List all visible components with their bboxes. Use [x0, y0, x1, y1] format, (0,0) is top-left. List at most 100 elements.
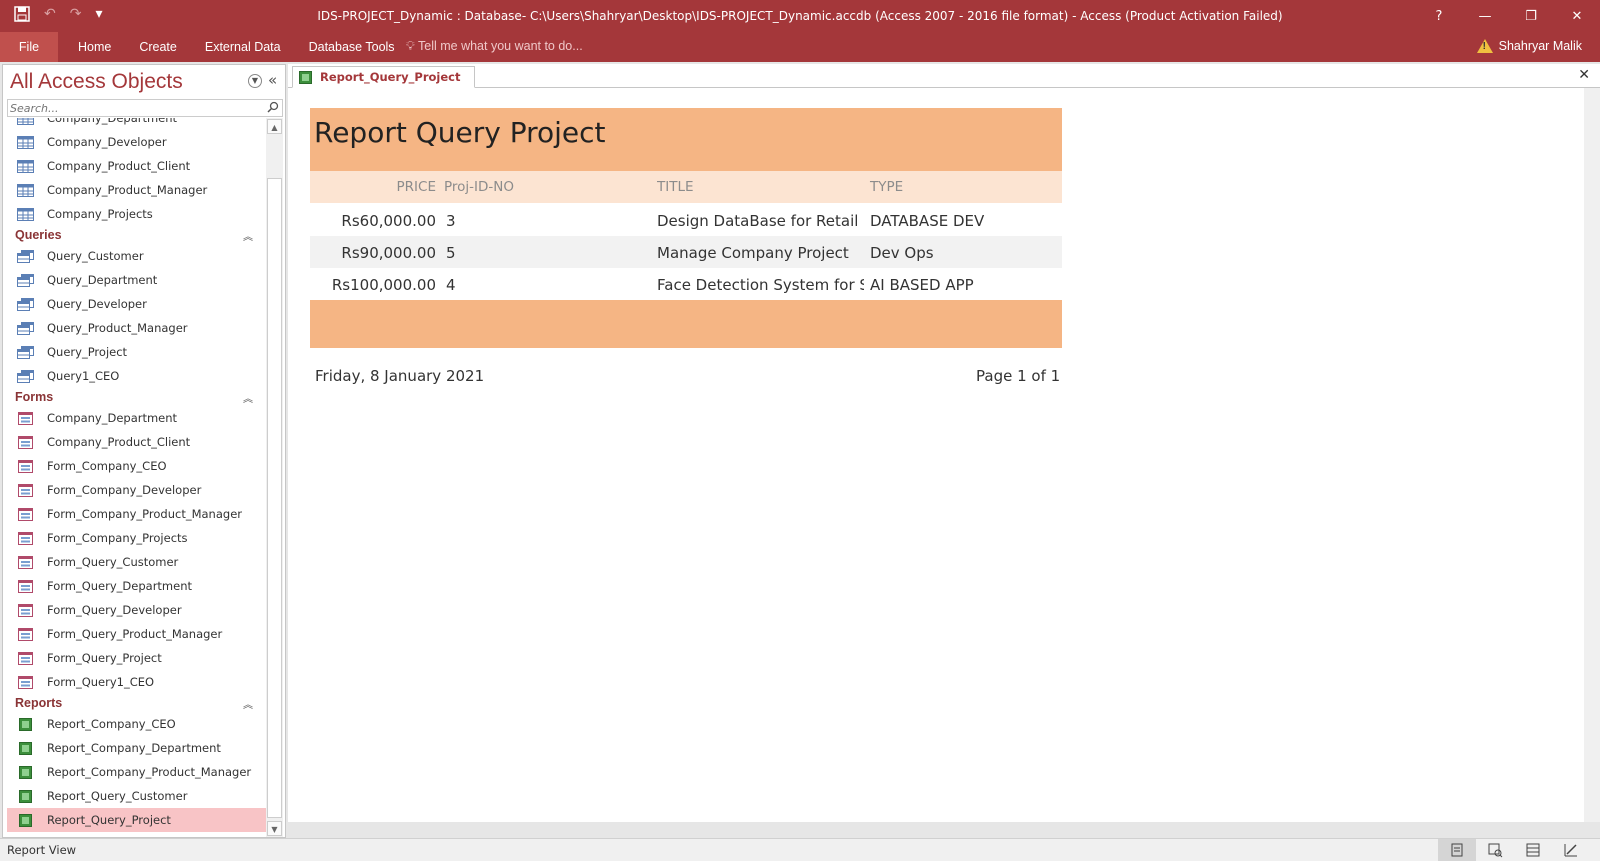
- tab-database-tools[interactable]: Database Tools: [295, 32, 409, 62]
- form-icon: [18, 435, 33, 449]
- nav-item-query[interactable]: Query_Customer: [7, 244, 267, 268]
- nav-item-report[interactable]: Report_Query_Project: [7, 808, 267, 832]
- search-icon[interactable]: [267, 101, 279, 113]
- query-icon: [17, 249, 34, 263]
- nav-item-report[interactable]: Report_Company_CEO: [7, 712, 267, 736]
- report-row: Rs90,000.00 5 Manage Company Project Dev Op…: [310, 236, 1062, 268]
- report-cell-title: Manage Company Project: [657, 244, 849, 262]
- nav-item-table[interactable]: Company_Department: [7, 118, 267, 130]
- undo-icon[interactable]: ↶: [44, 6, 56, 22]
- nav-item-report[interactable]: Report_Company_Department: [7, 736, 267, 760]
- print-preview-button[interactable]: [1476, 839, 1514, 861]
- nav-item-query[interactable]: Query_Product_Manager: [7, 316, 267, 340]
- report-cell-type: AI BASED APP: [870, 276, 974, 294]
- nav-item-table[interactable]: Company_Product_Manager: [7, 178, 267, 202]
- horizontal-scrollbar[interactable]: [288, 822, 1600, 838]
- report-footer-band: [310, 300, 1062, 348]
- report-cell-price: Rs90,000.00: [341, 244, 436, 262]
- minimize-button[interactable]: —: [1462, 0, 1508, 32]
- nav-item-form[interactable]: Form_Company_Projects: [7, 526, 267, 550]
- chevron-down-icon[interactable]: ▼: [248, 74, 262, 88]
- navpane-scrollbar[interactable]: ▲ ▼: [266, 118, 283, 837]
- nav-item-label: Company_Department: [47, 118, 178, 125]
- nav-item-label: Query_Project: [47, 345, 128, 359]
- group-label: Forms: [15, 390, 54, 404]
- nav-item-label: Company_Product_Client: [47, 159, 191, 173]
- nav-item-form[interactable]: Form_Company_Developer: [7, 478, 267, 502]
- nav-item-table[interactable]: Company_Product_Client: [7, 154, 267, 178]
- report-icon: [19, 765, 32, 779]
- nav-item-form[interactable]: Form_Query_Developer: [7, 598, 267, 622]
- nav-item-table[interactable]: Company_Projects: [7, 202, 267, 226]
- nav-item-label: Query_Department: [47, 273, 158, 287]
- tab-create[interactable]: Create: [125, 32, 191, 62]
- group-header-forms[interactable]: Forms ︽: [7, 388, 267, 406]
- table-icon: [17, 183, 34, 197]
- group-header-queries[interactable]: Queries ︽: [7, 226, 267, 244]
- nav-item-query[interactable]: Query_Department: [7, 268, 267, 292]
- nav-item-form[interactable]: Form_Query1_CEO: [7, 670, 267, 694]
- redo-icon[interactable]: ↷: [70, 6, 82, 22]
- scroll-down-icon[interactable]: ▼: [267, 821, 282, 836]
- report-icon: [19, 717, 32, 731]
- help-button[interactable]: ?: [1416, 0, 1462, 32]
- nav-item-form[interactable]: Form_Company_CEO: [7, 454, 267, 478]
- nav-item-form[interactable]: Form_Query_Project: [7, 646, 267, 670]
- nav-item-query[interactable]: Query_Developer: [7, 292, 267, 316]
- scroll-thumb[interactable]: [267, 178, 282, 818]
- chevron-up-icon[interactable]: ︽: [243, 390, 253, 405]
- report-view-icon: [1451, 843, 1463, 857]
- layout-view-button[interactable]: [1514, 839, 1552, 861]
- chevron-up-icon[interactable]: ︽: [243, 696, 253, 711]
- nav-item-label: Form_Company_Developer: [47, 483, 202, 497]
- nav-item-form[interactable]: Company_Product_Client: [7, 430, 267, 454]
- query-icon: [17, 321, 34, 335]
- report-column-headers: PRICE Proj-ID-NO TITLE TYPE: [310, 171, 1062, 203]
- navpane-title[interactable]: All Access Objects: [10, 70, 183, 94]
- collapse-pane-icon[interactable]: «: [268, 71, 277, 89]
- nav-item-table[interactable]: Company_Developer: [7, 130, 267, 154]
- group-header-reports[interactable]: Reports ︽: [7, 694, 267, 712]
- nav-item-label: Query_Product_Manager: [47, 321, 188, 335]
- report-view-button[interactable]: [1438, 839, 1476, 861]
- nav-item-report[interactable]: Report_Company_Product_Manager: [7, 760, 267, 784]
- column-header-title: TITLE: [657, 179, 694, 195]
- nav-item-report[interactable]: Report_Query_Customer: [7, 784, 267, 808]
- customize-qat-icon[interactable]: ▾: [95, 6, 102, 22]
- nav-item-query[interactable]: Query1_CEO: [7, 364, 267, 388]
- tab-file[interactable]: File: [0, 32, 58, 62]
- close-button[interactable]: ✕: [1554, 0, 1600, 32]
- close-document-icon[interactable]: ✕: [1578, 67, 1590, 83]
- nav-item-form[interactable]: Form_Query_Department: [7, 574, 267, 598]
- nav-item-label: Form_Query_Department: [47, 579, 193, 593]
- tab-external-data[interactable]: External Data: [191, 32, 295, 62]
- nav-item-label: Query_Developer: [47, 297, 147, 311]
- scroll-up-icon[interactable]: ▲: [267, 119, 282, 134]
- table-icon: [17, 135, 34, 149]
- nav-item-form[interactable]: Form_Query_Product_Manager: [7, 622, 267, 646]
- report-icon: [299, 70, 312, 84]
- nav-item-query[interactable]: Query_Project: [7, 340, 267, 364]
- nav-item-form[interactable]: Form_Query_Customer: [7, 550, 267, 574]
- nav-item-form[interactable]: Form_Company_Product_Manager: [7, 502, 267, 526]
- navpane-search: [7, 99, 283, 117]
- chevron-up-icon[interactable]: ︽: [243, 228, 253, 243]
- report-cell-id: 3: [446, 212, 456, 230]
- save-icon[interactable]: [14, 6, 30, 22]
- user-account[interactable]: Shahryar Malik: [1476, 39, 1582, 53]
- nav-item-form[interactable]: Company_Department: [7, 406, 267, 430]
- vertical-scrollbar[interactable]: [1584, 88, 1600, 822]
- form-icon: [18, 579, 33, 593]
- nav-item-label: Report_Query_Project: [47, 813, 171, 827]
- tell-me-search[interactable]: 💡︎ Tell me what you want to do...: [406, 39, 583, 54]
- nav-item-label: Form_Query1_CEO: [47, 675, 155, 689]
- report-page-number: Page 1 of 1: [976, 367, 1061, 385]
- tab-report-query-project[interactable]: Report_Query_Project: [292, 66, 476, 88]
- design-view-button[interactable]: [1552, 839, 1590, 861]
- restore-button[interactable]: ❐: [1508, 0, 1554, 32]
- report-cell-price: Rs100,000.00: [331, 276, 436, 294]
- search-input[interactable]: [8, 100, 258, 116]
- navpane-object-list: Company_Department Company_Developer Compa…: [7, 118, 267, 837]
- nav-item-label: Company_Product_Client: [47, 435, 191, 449]
- tab-home[interactable]: Home: [64, 32, 125, 62]
